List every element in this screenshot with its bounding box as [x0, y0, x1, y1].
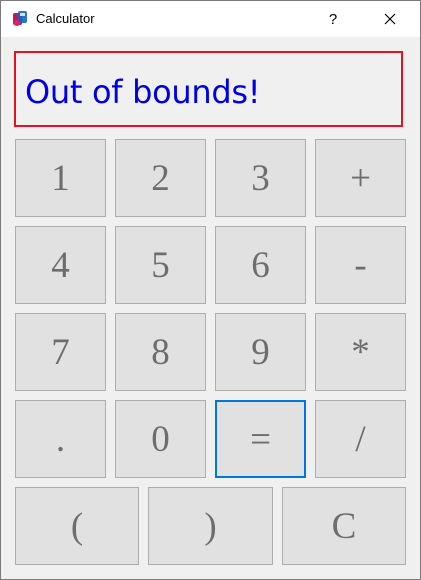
key-decimal[interactable]: . — [15, 400, 106, 478]
close-icon — [384, 13, 396, 25]
key-plus[interactable]: + — [315, 139, 406, 217]
calculator-app-icon — [13, 11, 27, 26]
help-button[interactable]: ? — [310, 1, 356, 37]
key-2[interactable]: 2 — [115, 139, 206, 217]
key-5[interactable]: 5 — [115, 226, 206, 304]
key-7[interactable]: 7 — [15, 313, 106, 391]
close-button[interactable] — [367, 1, 413, 37]
key-minus[interactable]: - — [315, 226, 406, 304]
key-multiply[interactable]: * — [315, 313, 406, 391]
key-8[interactable]: 8 — [115, 313, 206, 391]
title-bar[interactable]: Calculator ? — [1, 1, 420, 37]
result-display: Out of bounds! — [14, 51, 403, 127]
help-icon: ? — [328, 10, 338, 28]
key-6[interactable]: 6 — [215, 226, 306, 304]
calculator-window: Calculator ? Out of bounds! 1 2 3 + 4 5 … — [0, 0, 421, 580]
key-divide[interactable]: / — [315, 400, 406, 478]
key-4[interactable]: 4 — [15, 226, 106, 304]
key-close-paren[interactable]: ) — [148, 487, 273, 565]
key-equals[interactable]: = — [215, 400, 306, 478]
display-text: Out of bounds! — [25, 73, 261, 111]
key-3[interactable]: 3 — [215, 139, 306, 217]
key-0[interactable]: 0 — [115, 400, 206, 478]
key-9[interactable]: 9 — [215, 313, 306, 391]
key-1[interactable]: 1 — [15, 139, 106, 217]
key-clear[interactable]: C — [282, 487, 406, 565]
window-title: Calculator — [36, 11, 95, 26]
key-open-paren[interactable]: ( — [15, 487, 139, 565]
